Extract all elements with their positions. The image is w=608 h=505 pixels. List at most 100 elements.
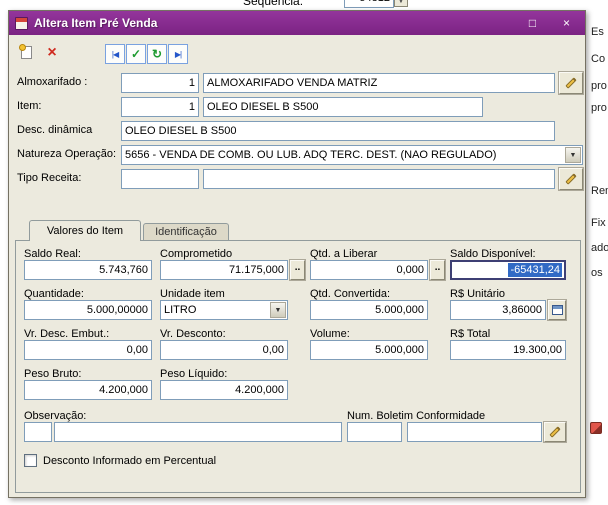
- save-check-icon: ✓: [131, 48, 141, 60]
- boletim-code-field[interactable]: [347, 422, 402, 442]
- comprometido-detail-button[interactable]: ..: [290, 260, 305, 280]
- quantidade-field[interactable]: 5.000,00000: [24, 300, 152, 320]
- maximize-button[interactable]: □: [518, 14, 547, 33]
- pencil-icon: [565, 173, 576, 184]
- peso-liquido-field[interactable]: 4.200,000: [160, 380, 288, 400]
- sequencia-value: 54812: [359, 0, 390, 4]
- volume-value: 5.000,000: [375, 344, 424, 356]
- qtd-convertida-value: 5.000,000: [375, 304, 424, 316]
- natureza-operacao-value: 5656 - VENDA DE COMB. OU LUB. ADQ TERC. …: [125, 149, 496, 161]
- qtd-convertida-label: Qtd. Convertida:: [310, 288, 390, 300]
- comprometido-value: 71.175,000: [229, 264, 284, 276]
- desconto-percentual-label: Desconto Informado em Percentual: [43, 455, 216, 467]
- nav-last-button[interactable]: ▶|: [168, 44, 188, 64]
- peso-liquido-label: Peso Líquido:: [160, 368, 227, 380]
- background-app-icon[interactable]: [590, 422, 602, 434]
- refresh-button[interactable]: ↻: [147, 44, 167, 64]
- tab-valores-do-item[interactable]: Valores do Item: [29, 220, 141, 241]
- rs-unitario-label: R$ Unitário: [450, 288, 505, 300]
- peso-bruto-label: Peso Bruto:: [24, 368, 81, 380]
- nav-first-button[interactable]: |◀: [105, 44, 125, 64]
- refresh-icon: ↻: [152, 48, 162, 60]
- peso-bruto-value: 4.200,000: [99, 384, 148, 396]
- sequencia-spinner[interactable]: ▲ ▼: [394, 0, 408, 7]
- observacao-field[interactable]: [54, 422, 342, 442]
- almoxarifado-label: Almoxarifado :: [17, 76, 87, 88]
- new-document-icon: [21, 46, 32, 59]
- natureza-dropdown-button[interactable]: ▼: [565, 147, 581, 163]
- background-fragment: pro: [591, 80, 608, 94]
- item-code: 1: [189, 101, 195, 113]
- comprometido-field[interactable]: 71.175,000: [160, 260, 288, 280]
- saldo-real-value: 5.743,760: [99, 264, 148, 276]
- tab-identificacao[interactable]: Identificação: [143, 223, 229, 240]
- qtd-convertida-field[interactable]: 5.000,000: [310, 300, 428, 320]
- rs-unitario-value: 3,86000: [502, 304, 542, 316]
- tipo-receita-label: Tipo Receita:: [17, 172, 81, 184]
- dialog-titlebar[interactable]: Altera Item Pré Venda □ ×: [9, 11, 585, 35]
- background-fragment: Es: [591, 26, 608, 40]
- dialog-icon: [15, 17, 28, 30]
- unitario-lookup-button[interactable]: [548, 300, 566, 320]
- spinner-down-icon[interactable]: ▼: [395, 0, 407, 6]
- quantidade-value: 5.000,00000: [87, 304, 148, 316]
- qtd-a-liberar-field[interactable]: 0,000: [310, 260, 428, 280]
- saldo-real-field[interactable]: 5.743,760: [24, 260, 152, 280]
- delete-record-button[interactable]: ×: [41, 41, 63, 64]
- save-button[interactable]: ✓: [126, 44, 146, 64]
- vr-desc-embut-field[interactable]: 0,00: [24, 340, 152, 360]
- edit-boletim-button[interactable]: [544, 422, 566, 442]
- desconto-percentual-checkbox[interactable]: [24, 454, 37, 467]
- new-record-button[interactable]: [15, 41, 38, 64]
- qtd-a-liberar-value: 0,000: [396, 264, 424, 276]
- qtd-a-liberar-label: Qtd. a Liberar: [310, 248, 377, 260]
- ellipsis-icon: ..: [295, 265, 301, 271]
- tipo-receita-code-field[interactable]: [121, 169, 199, 189]
- nav-first-icon: |◀: [112, 50, 118, 59]
- saldo-disponivel-label: Saldo Disponível:: [450, 248, 536, 260]
- vr-desc-embut-label: Vr. Desc. Embut.:: [24, 328, 109, 340]
- boletim-conformidade-label: Num. Boletim Conformidade: [347, 410, 485, 422]
- unidade-item-select[interactable]: LITRO ▼: [160, 300, 288, 320]
- price-table-icon: [552, 305, 563, 315]
- saldo-real-label: Saldo Real:: [24, 248, 81, 260]
- item-name-field[interactable]: OLEO DIESEL B S500: [203, 97, 483, 117]
- pencil-icon: [565, 77, 576, 88]
- close-button[interactable]: ×: [552, 14, 581, 33]
- tipo-receita-name-field[interactable]: [203, 169, 555, 189]
- observacao-label: Observação:: [24, 410, 86, 422]
- background-sequencia-field[interactable]: 54812: [344, 0, 394, 8]
- volume-field[interactable]: 5.000,000: [310, 340, 428, 360]
- background-fragment: Fix: [591, 217, 608, 231]
- observacao-code-field[interactable]: [24, 422, 52, 442]
- delete-icon: ×: [47, 45, 56, 61]
- item-code-field[interactable]: 1: [121, 97, 199, 117]
- item-name: OLEO DIESEL B S500: [207, 101, 318, 113]
- almoxarifado-code-field[interactable]: 1: [121, 73, 199, 93]
- chevron-down-icon: ▼: [275, 307, 282, 314]
- natureza-operacao-select[interactable]: 5656 - VENDA DE COMB. OU LUB. ADQ TERC. …: [121, 145, 583, 165]
- chevron-down-icon: ▼: [570, 152, 577, 159]
- almoxarifado-name-field[interactable]: ALMOXARIFADO VENDA MATRIZ: [203, 73, 555, 93]
- edit-almoxarifado-button[interactable]: [559, 72, 583, 94]
- item-label: Item:: [17, 100, 41, 112]
- desc-dinamica-label: Desc. dinâmica: [17, 124, 92, 136]
- rs-unitario-field[interactable]: 3,86000: [450, 300, 546, 320]
- unidade-item-label: Unidade item: [160, 288, 225, 300]
- peso-liquido-value: 4.200,000: [235, 384, 284, 396]
- rs-total-field[interactable]: 19.300,00: [450, 340, 566, 360]
- qtd-liberar-detail-button[interactable]: ..: [430, 260, 445, 280]
- quantidade-label: Quantidade:: [24, 288, 84, 300]
- nav-last-icon: ▶|: [175, 50, 181, 59]
- saldo-disponivel-field[interactable]: -65431,24: [450, 260, 566, 280]
- vr-desconto-field[interactable]: 0,00: [160, 340, 288, 360]
- rs-total-value: 19.300,00: [513, 344, 562, 356]
- dialog-altera-item-pre-venda: Altera Item Pré Venda □ × × |◀ ✓ ↻ ▶| Al…: [8, 10, 586, 498]
- peso-bruto-field[interactable]: 4.200,000: [24, 380, 152, 400]
- edit-tipo-receita-button[interactable]: [559, 168, 583, 190]
- boletim-field[interactable]: [407, 422, 542, 442]
- unidade-dropdown-button[interactable]: ▼: [270, 302, 286, 318]
- desc-dinamica-field[interactable]: OLEO DIESEL B S500: [121, 121, 555, 141]
- saldo-disponivel-value: -65431,24: [508, 263, 562, 277]
- background-fragment: Ren: [591, 185, 608, 199]
